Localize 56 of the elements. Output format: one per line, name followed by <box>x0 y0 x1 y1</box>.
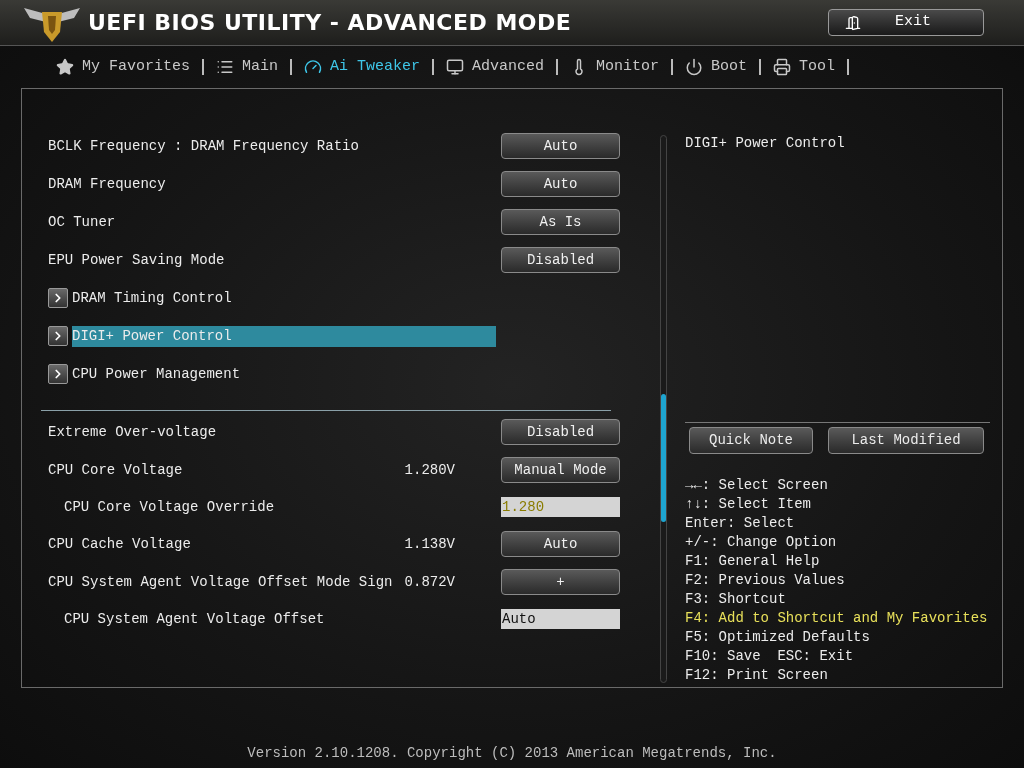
screen-icon <box>446 58 465 76</box>
window-title: UEFI BIOS UTILITY - ADVANCED MODE <box>88 9 572 37</box>
menu-tab[interactable]: My Favorites <box>56 55 191 79</box>
option-button[interactable]: As Is <box>501 209 620 235</box>
key-hint: F2: Previous Values <box>685 571 846 590</box>
setting-label: CPU Core Voltage Override <box>63 497 276 517</box>
menu-tab[interactable]: Ai Tweaker <box>304 55 421 79</box>
list-icon <box>216 58 235 76</box>
version-text: Version 2.10.1208. Copyright (C) 2013 American Megatrends, Inc. <box>247 744 777 763</box>
input-field[interactable]: Auto <box>501 609 620 629</box>
exit-button[interactable]: Exit <box>828 9 984 36</box>
voltage-reading: 1.280V <box>404 460 454 480</box>
star-icon <box>56 58 74 76</box>
key-hint: F10: Save ESC: Exit <box>685 647 855 666</box>
key-hint: F1: General Help <box>685 552 821 571</box>
voltage-reading: 0.872V <box>404 572 454 592</box>
menu-tab[interactable]: Tool <box>773 55 836 79</box>
setting-label: BCLK Frequency : DRAM Frequency Ratio <box>48 136 360 156</box>
setting-label: DRAM Frequency <box>48 174 167 194</box>
gauge-icon <box>304 58 323 76</box>
key-hint: F12: Print Screen <box>685 666 829 685</box>
option-button[interactable]: Auto <box>501 531 620 557</box>
key-hint: +/-: Change Option <box>685 533 838 552</box>
printer-icon <box>773 58 792 76</box>
help-title: DIGI+ Power Control <box>685 134 846 153</box>
submenu-item[interactable]: CPU Power Management <box>72 363 496 385</box>
menu-tab[interactable]: Monitor <box>570 55 660 79</box>
key-hint: F4: Add to Shortcut and My Favorites <box>685 609 989 628</box>
submenu-item[interactable]: DRAM Timing Control <box>72 287 496 309</box>
setting-label: CPU Core Voltage <box>48 460 184 480</box>
scrollbar[interactable] <box>660 135 667 683</box>
setting-label: CPU Cache Voltage <box>48 534 192 554</box>
menu-tab[interactable]: Boot <box>685 55 748 79</box>
menu-tab[interactable]: Advanced <box>446 55 545 79</box>
key-hint: →←: Select Screen <box>685 476 829 495</box>
key-hint: ↑↓: Select Item <box>685 495 813 514</box>
setting-label: Extreme Over-voltage <box>48 422 218 442</box>
voltage-reading: 1.138V <box>404 534 454 554</box>
setting-label: CPU System Agent Voltage Offset Mode Sign <box>48 572 394 592</box>
key-hint: F5: Optimized Defaults <box>685 628 871 647</box>
setting-label: OC Tuner <box>48 212 117 232</box>
option-button[interactable]: Auto <box>501 171 620 197</box>
power-icon <box>685 58 704 76</box>
key-hint: Enter: Select <box>685 514 796 533</box>
option-button[interactable]: Manual Mode <box>501 457 620 483</box>
key-hint: F3: Shortcut <box>685 590 787 609</box>
help-button[interactable]: Quick Note <box>689 427 813 454</box>
option-button[interactable]: + <box>501 569 620 595</box>
setting-label: CPU System Agent Voltage Offset <box>63 609 326 629</box>
menu-tab[interactable]: Main <box>216 55 279 79</box>
option-button[interactable]: Disabled <box>501 419 620 445</box>
door-icon <box>845 14 861 31</box>
option-button[interactable]: Disabled <box>501 247 620 273</box>
help-button[interactable]: Last Modified <box>828 427 984 454</box>
setting-label: EPU Power Saving Mode <box>48 250 226 270</box>
option-button[interactable]: Auto <box>501 133 620 159</box>
